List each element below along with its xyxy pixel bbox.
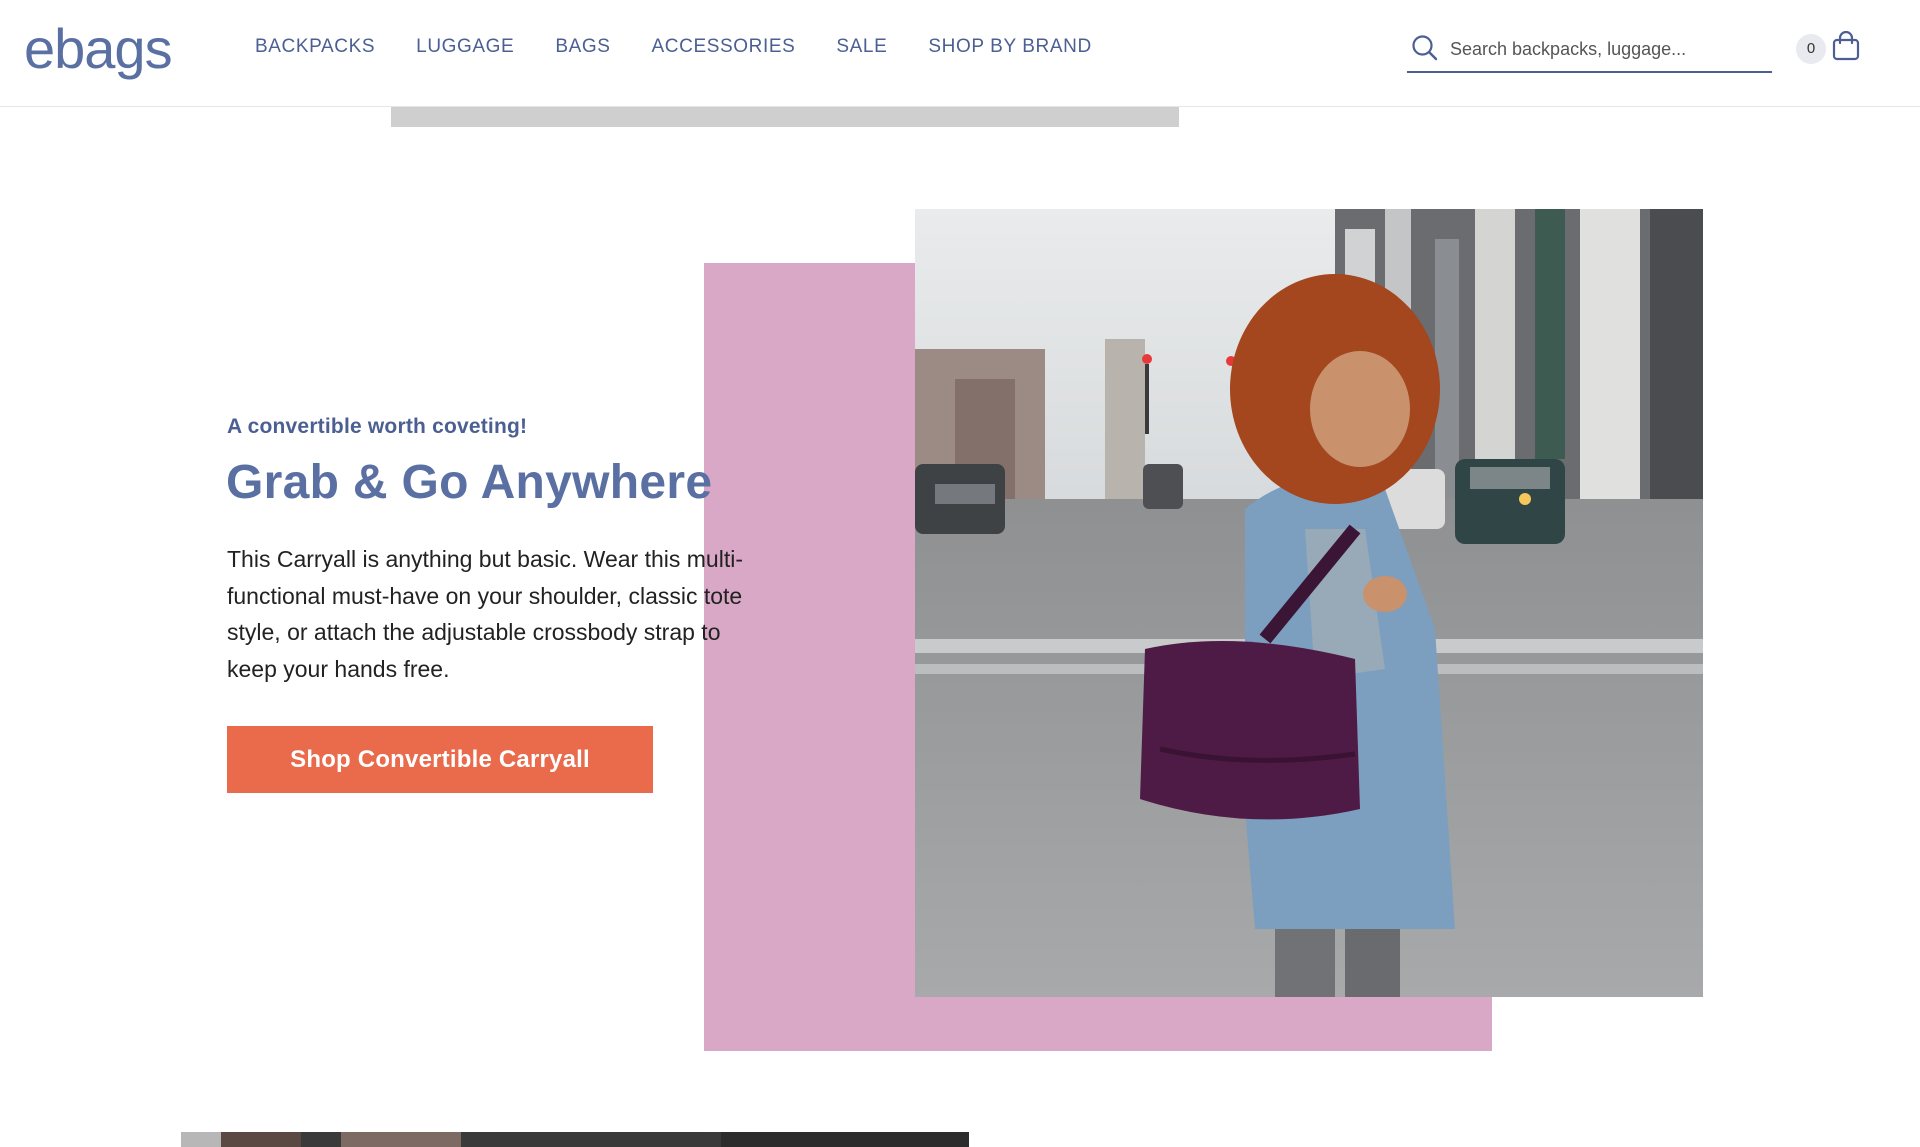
promo-body: This Carryall is anything but basic. Wea…: [227, 546, 743, 682]
shop-convertible-carryall-button[interactable]: Shop Convertible Carryall: [227, 726, 653, 793]
street-photo-illustration: [915, 209, 1703, 997]
ebags-logo[interactable]: ebags: [24, 16, 173, 81]
shopping-bag-icon[interactable]: [1832, 31, 1860, 61]
promo-photo: [915, 209, 1703, 997]
nav-item-bags[interactable]: BAGS: [555, 36, 610, 58]
nav-item-shop-by-brand[interactable]: SHOP BY BRAND: [928, 36, 1091, 58]
promo-eyebrow: A convertible worth coveting!: [227, 415, 528, 438]
site-header: ebags BACKPACKS LUGGAGE BAGS ACCESSORIES…: [0, 0, 1920, 107]
nav-item-luggage[interactable]: LUGGAGE: [416, 36, 514, 58]
nav-item-accessories[interactable]: ACCESSORIES: [652, 36, 796, 58]
search-icon[interactable]: [1411, 34, 1439, 62]
next-section-image: [181, 1132, 969, 1147]
image-placeholder-strip: [391, 107, 1179, 127]
nav-item-backpacks[interactable]: BACKPACKS: [255, 36, 375, 58]
cart-count-badge[interactable]: 0: [1796, 34, 1826, 64]
promo-headline: Grab & Go Anywhere: [226, 456, 713, 509]
search-bar: [1407, 30, 1772, 73]
nav-item-sale[interactable]: SALE: [836, 36, 887, 58]
search-input[interactable]: [1450, 35, 1760, 63]
main-nav: BACKPACKS LUGGAGE BAGS ACCESSORIES SALE …: [255, 36, 1133, 58]
